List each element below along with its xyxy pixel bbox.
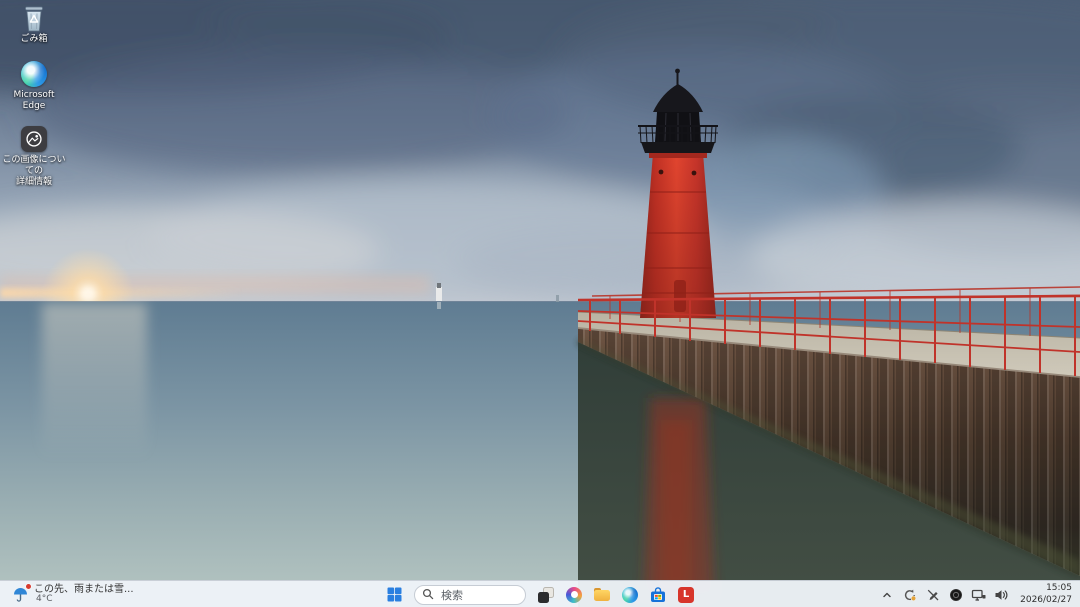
windows-logo-icon: [387, 587, 402, 602]
ethernet-icon: [971, 588, 986, 602]
microsoft-store-button[interactable]: [646, 583, 670, 607]
clock-time: 15:05: [1046, 583, 1072, 594]
network-tray-button[interactable]: [970, 584, 987, 606]
recycle-bin-label: ごみ箱: [20, 34, 47, 45]
sync-alert-icon: [903, 588, 917, 602]
recorder-tray-button[interactable]: [947, 584, 964, 606]
taskbar: この先、雨または雪... 4°C: [0, 580, 1080, 607]
volume-tray-button[interactable]: [993, 584, 1010, 606]
search-input[interactable]: [414, 585, 526, 605]
file-explorer-icon: [594, 588, 610, 602]
weather-umbrella-icon: [12, 586, 29, 603]
clouds: [0, 0, 1080, 308]
edge-button[interactable]: [618, 583, 642, 607]
recycle-bin-shortcut[interactable]: ごみ箱: [2, 4, 66, 45]
desktop: ごみ箱 Microsoft Edge この画像についての 詳細情報: [0, 0, 1080, 607]
pen-disabled-icon: [926, 588, 940, 602]
l-app-icon: L: [678, 587, 694, 603]
copilot-icon: [566, 587, 582, 603]
start-button[interactable]: [382, 583, 406, 607]
taskbar-center: L: [382, 581, 698, 607]
desktop-icon-column: ごみ箱 Microsoft Edge この画像についての 詳細情報: [2, 4, 66, 201]
copilot-button[interactable]: [562, 583, 586, 607]
spotlight-label: この画像についての 詳細情報: [2, 155, 66, 187]
pen-disabled-tray-button[interactable]: [924, 584, 941, 606]
volume-icon: [994, 588, 1009, 602]
weather-alert-badge: [25, 583, 32, 590]
hidden-icons-button[interactable]: [878, 584, 895, 606]
task-view-button[interactable]: [534, 583, 558, 607]
lighthouse-reflection: [644, 398, 714, 595]
edge-taskbar-icon: [622, 587, 638, 603]
system-tray: 15:05 2026/02/27: [878, 581, 1076, 607]
task-view-icon: [538, 587, 554, 603]
clock[interactable]: 15:05 2026/02/27: [1016, 581, 1076, 607]
l-app-button[interactable]: L: [674, 583, 698, 607]
spotlight-picture-icon: [21, 125, 47, 153]
microsoft-store-icon: [650, 587, 666, 603]
file-explorer-button[interactable]: [590, 583, 614, 607]
recycle-bin-icon: [22, 4, 46, 32]
edge-label: Microsoft Edge: [2, 90, 66, 112]
clock-date: 2026/02/27: [1020, 595, 1072, 606]
wallpaper-image: [0, 0, 1080, 607]
weather-widget[interactable]: この先、雨または雪... 4°C: [6, 581, 140, 607]
weather-temperature: 4°C: [36, 595, 134, 605]
black-circle-icon: [949, 588, 963, 602]
spotlight-shortcut[interactable]: この画像についての 詳細情報: [2, 125, 66, 187]
edge-shortcut[interactable]: Microsoft Edge: [2, 60, 66, 112]
edge-icon: [21, 60, 47, 88]
sync-alert-tray-button[interactable]: [901, 584, 918, 606]
search-box[interactable]: [414, 584, 526, 606]
chevron-up-icon: [881, 589, 893, 601]
